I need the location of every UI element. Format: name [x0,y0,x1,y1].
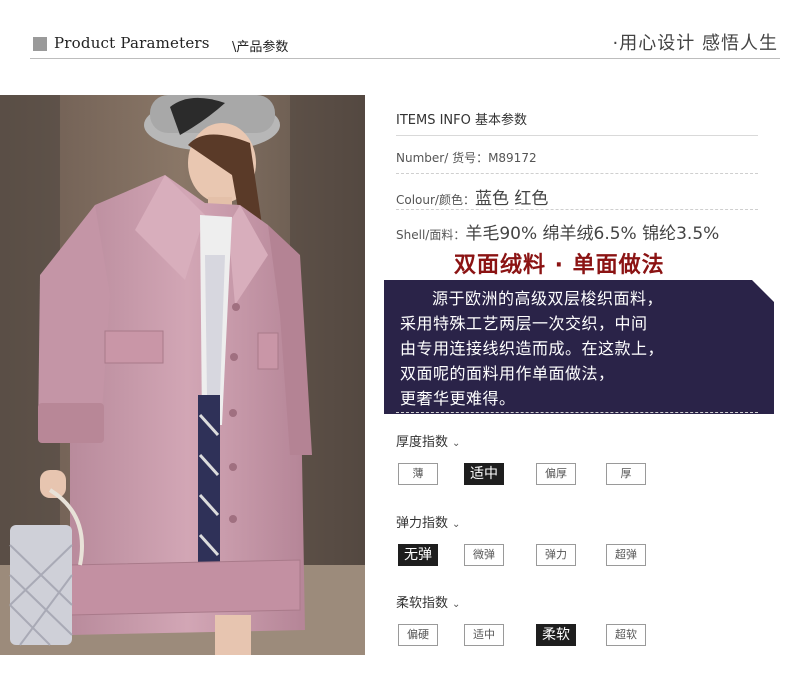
brand-slogan: ·用心设计 感悟人生 [612,33,778,54]
feature-headline: 双面绒料 · 单面做法 [454,253,665,278]
product-photo [0,95,365,655]
thickness-index-label: 厚度指数 [396,435,449,450]
thickness-option-thin[interactable]: 薄 [398,463,438,485]
feature-description: 源于欧洲的高级双层梭织面料， 采用特殊工艺两层一次交织，中间 由专用连接线织造而… [400,286,760,411]
chevron-down-icon: ⌄ [452,599,461,610]
shell-value: 羊毛90% 绵羊绒6.5% 锦纶3.5% [465,224,720,244]
item-number: Number/ 货号：M89172 [396,151,537,165]
softness-option-firm[interactable]: 偏硬 [398,624,438,646]
feature-line: 更奢华更难得。 [400,389,516,408]
divider [396,135,758,136]
shell-label: Shell/面料： [396,228,466,242]
softness-options: 偏硬 适中 柔软 超软 [396,624,768,650]
softness-index-title: 柔软指数 ⌄ [396,592,460,611]
thickness-option-medium[interactable]: 适中 [464,463,504,485]
elasticity-index-label: 弹力指数 [396,516,449,531]
feature-line: 双面呢的面料用作单面做法， [400,364,615,383]
chevron-down-icon: ⌄ [452,438,461,449]
divider [396,412,758,413]
chevron-down-icon: ⌄ [452,519,461,530]
feature-description-box: 源于欧洲的高级双层梭织面料， 采用特殊工艺两层一次交织，中间 由专用连接线织造而… [384,280,774,414]
thickness-options: 薄 适中 偏厚 厚 [396,463,768,489]
elasticity-option-slight[interactable]: 微弹 [464,544,504,566]
header-square-icon [33,37,47,51]
divider [396,173,758,174]
colour-row: Colour/颜色：蓝色 红色 [396,184,548,209]
elasticity-index-title: 弹力指数 ⌄ [396,512,460,531]
header-divider [30,58,780,59]
elasticity-options: 无弹 微弹 弹力 超弹 [396,544,768,570]
feature-line: 由专用连接线织造而成。在这款上， [400,339,665,358]
thickness-option-thickish[interactable]: 偏厚 [536,463,576,485]
softness-option-soft[interactable]: 柔软 [536,624,576,646]
section-subtitle: \产品参数 [232,40,289,55]
header: Product Parameters \产品参数 ·用心设计 感悟人生 [0,0,790,70]
items-info-heading: ITEMS INFO 基本参数 [396,113,527,128]
elasticity-option-none[interactable]: 无弹 [398,544,438,566]
elasticity-option-elastic[interactable]: 弹力 [536,544,576,566]
thickness-option-thick[interactable]: 厚 [606,463,646,485]
divider [396,209,758,210]
softness-option-medium[interactable]: 适中 [464,624,504,646]
softness-option-supersoft[interactable]: 超软 [606,624,646,646]
feature-line: 源于欧洲的高级双层梭织面料， [432,289,664,308]
feature-line: 采用特殊工艺两层一次交织，中间 [400,314,648,333]
section-title: Product Parameters [54,34,210,52]
shell-row: Shell/面料：羊毛90% 绵羊绒6.5% 锦纶3.5% [396,219,719,244]
colour-label: Colour/颜色： [396,193,475,207]
thickness-index-title: 厚度指数 ⌄ [396,431,460,450]
colour-value: 蓝色 红色 [474,189,549,209]
softness-index-label: 柔软指数 [396,596,449,611]
elasticity-option-super[interactable]: 超弹 [606,544,646,566]
